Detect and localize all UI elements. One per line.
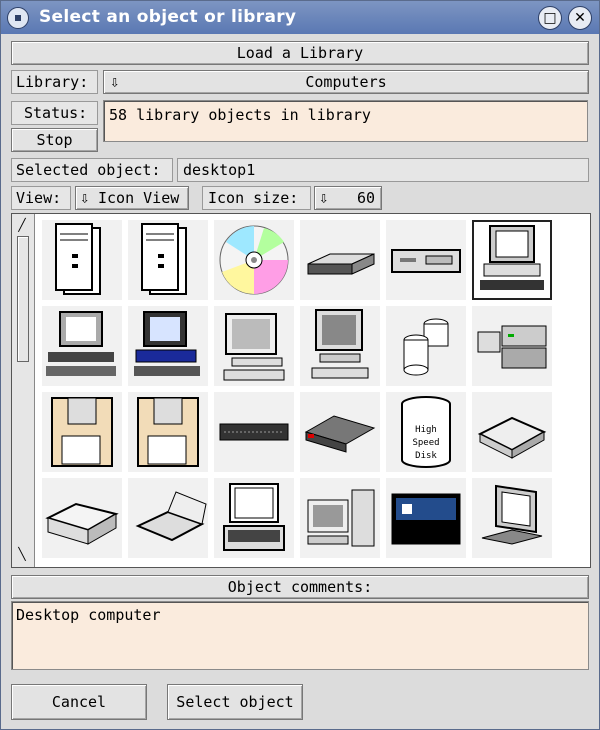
object-tile[interactable] (300, 306, 380, 386)
laptop-open-icon (223, 483, 285, 551)
vertical-scrollbar[interactable]: ╱ ╲ (12, 214, 35, 567)
view-label: View: (16, 189, 62, 207)
window-menu-icon[interactable] (7, 7, 29, 29)
status-text: 58 library objects in library (109, 106, 371, 124)
high-speed-disk-icon: High Speed Disk (401, 396, 451, 468)
object-tile[interactable] (214, 392, 294, 472)
down-arrow-icon: ⇩ (319, 188, 329, 207)
comments-textarea[interactable]: Desktop computer (11, 601, 589, 670)
selected-object-value: desktop1 (183, 161, 256, 179)
icon-size-value: 60 (357, 189, 376, 207)
object-tile[interactable] (300, 220, 380, 300)
stop-button[interactable]: Stop (11, 128, 98, 152)
object-tile[interactable] (42, 392, 122, 472)
server-icon (477, 325, 547, 369)
library-value: Computers (305, 73, 387, 91)
object-comments-header: Object comments: (11, 575, 589, 599)
window-title: Select an object or library (39, 7, 297, 27)
svg-text:High: High (415, 425, 437, 435)
object-tile[interactable] (386, 306, 466, 386)
object-tile[interactable] (300, 478, 380, 558)
scroll-down-icon[interactable]: ╲ (15, 547, 29, 561)
object-tile[interactable] (386, 478, 466, 558)
object-tile[interactable] (472, 306, 552, 386)
svg-text:Disk: Disk (415, 451, 437, 461)
monitor-computer-icon (311, 309, 369, 379)
load-library-button[interactable]: Load a Library (11, 41, 589, 65)
scroll-thumb[interactable] (17, 236, 29, 362)
monitor-side-icon (481, 484, 543, 545)
laptop-icon (135, 491, 207, 542)
scroll-up-icon[interactable]: ╱ (15, 218, 29, 232)
workstation-icon (46, 311, 116, 376)
view-value: Icon View (98, 189, 180, 207)
object-tile[interactable] (214, 306, 294, 386)
object-tile[interactable] (214, 220, 294, 300)
selected-value-box: desktop1 (177, 158, 589, 182)
icon-size-label-box: Icon size: (202, 186, 311, 210)
object-grid: ╱ ╲ High Speed Disk (11, 213, 591, 568)
pc-tower-combo-icon (307, 489, 375, 547)
router-icon (304, 415, 376, 453)
color-workstation-icon (134, 311, 200, 376)
desktop-monitor-icon (480, 225, 544, 290)
object-tile[interactable] (128, 306, 208, 386)
library-label: Library: (16, 73, 89, 91)
object-tile[interactable] (128, 220, 208, 300)
library-dropdown[interactable]: ⇩ Computers (103, 70, 589, 94)
desktop-box-icon (391, 249, 461, 273)
status-label-box: Status: (11, 101, 98, 125)
comments-text: Desktop computer (16, 606, 161, 624)
object-tile[interactable] (42, 220, 122, 300)
selected-label-box: Selected object: (11, 158, 173, 182)
floppy-icon (137, 397, 199, 467)
view-dropdown[interactable]: ⇩ Icon View (75, 186, 189, 210)
object-tile[interactable]: High Speed Disk (386, 392, 466, 472)
object-tile[interactable] (128, 392, 208, 472)
status-field: 58 library objects in library (103, 100, 588, 142)
object-tile[interactable] (472, 220, 552, 300)
selected-object-label: Selected object: (16, 161, 161, 179)
select-object-button[interactable]: Select object (167, 684, 303, 720)
floppy-icon (51, 397, 113, 467)
disk-stack-icon (403, 318, 449, 376)
object-tile[interactable] (472, 392, 552, 472)
icon-size-label: Icon size: (208, 189, 299, 207)
maximize-button[interactable]: □ (538, 6, 562, 30)
cancel-button[interactable]: Cancel (11, 684, 147, 720)
tower-pc-icon (141, 223, 187, 295)
cd-icon (219, 225, 289, 295)
dialog-window: Select an object or library □ ✕ Load a L… (0, 0, 600, 730)
object-tile[interactable] (42, 478, 122, 558)
object-tile[interactable] (472, 478, 552, 558)
object-tile[interactable] (214, 478, 294, 558)
crt-computer-icon (223, 313, 285, 381)
down-arrow-icon: ⇩ (80, 188, 90, 207)
tower-pc-icon (55, 223, 101, 295)
library-label-box: Library: (11, 70, 98, 94)
object-tile[interactable] (386, 220, 466, 300)
status-label: Status: (24, 104, 88, 122)
blue-panel-icon (391, 493, 461, 545)
svg-text:Speed: Speed (412, 438, 439, 448)
object-tile[interactable] (128, 478, 208, 558)
close-button[interactable]: ✕ (568, 6, 592, 30)
view-label-box: View: (11, 186, 71, 210)
object-tile[interactable] (300, 392, 380, 472)
icon-size-dropdown[interactable]: ⇩ 60 (314, 186, 382, 210)
title-bar: Select an object or library □ ✕ (1, 1, 599, 34)
object-tile[interactable] (42, 306, 122, 386)
laser-printer-icon (45, 502, 119, 545)
printer-icon (477, 416, 547, 459)
flat-drive-icon (307, 253, 375, 275)
rack-unit-icon (219, 423, 289, 441)
